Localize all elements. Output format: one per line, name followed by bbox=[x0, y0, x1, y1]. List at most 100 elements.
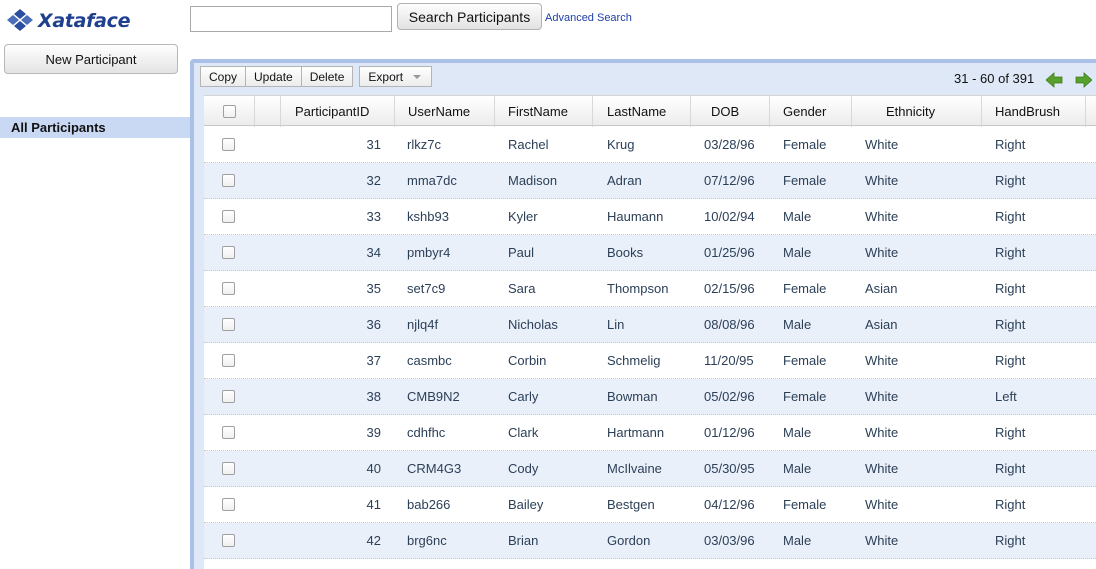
table-row[interactable]: 38 CMB9N2 Carly Bowman 05/02/96 Female White Le… bbox=[204, 379, 1096, 415]
search-button[interactable]: Search Participants bbox=[397, 3, 542, 30]
username-cell[interactable]: kshb93 bbox=[407, 209, 449, 224]
table-row[interactable]: 39 cdhfhc Clark Hartmann 01/12/96 Male White Ri… bbox=[204, 415, 1096, 451]
firstname-cell[interactable]: Corbin bbox=[508, 353, 546, 368]
column-header-dob[interactable]: DOB bbox=[691, 96, 770, 127]
firstname-cell[interactable]: Madison bbox=[508, 173, 557, 188]
participantid-cell[interactable]: 40 bbox=[321, 461, 381, 476]
dob-cell[interactable]: 03/28/96 bbox=[704, 137, 755, 152]
handbrush-cell[interactable]: Right bbox=[995, 209, 1025, 224]
select-all-checkbox[interactable] bbox=[223, 105, 236, 118]
lastname-cell[interactable]: Krug bbox=[607, 137, 634, 152]
username-cell[interactable]: CMB9N2 bbox=[407, 389, 460, 404]
lastname-cell[interactable]: Schmelig bbox=[607, 353, 660, 368]
lastname-cell[interactable]: McIlvaine bbox=[607, 461, 662, 476]
table-row[interactable]: 42 brg6nc Brian Gordon 03/03/96 Male White Righ… bbox=[204, 523, 1096, 559]
ethnicity-cell[interactable]: White bbox=[865, 425, 898, 440]
lastname-cell[interactable]: Hartmann bbox=[607, 425, 664, 440]
participantid-cell[interactable]: 32 bbox=[321, 173, 381, 188]
table-row[interactable]: 35 set7c9 Sara Thompson 02/15/96 Female Asian R… bbox=[204, 271, 1096, 307]
username-cell[interactable]: pmbyr4 bbox=[407, 245, 450, 260]
dob-cell[interactable]: 05/30/95 bbox=[704, 461, 755, 476]
participantid-cell[interactable]: 38 bbox=[321, 389, 381, 404]
search-input[interactable] bbox=[190, 6, 392, 32]
participantid-cell[interactable]: 39 bbox=[321, 425, 381, 440]
row-checkbox[interactable] bbox=[222, 174, 235, 187]
firstname-cell[interactable]: Brian bbox=[508, 533, 538, 548]
ethnicity-cell[interactable]: White bbox=[865, 533, 898, 548]
lastname-cell[interactable]: Thompson bbox=[607, 281, 668, 296]
gender-cell[interactable]: Male bbox=[783, 245, 811, 260]
sidebar-item-all-participants[interactable]: All Participants bbox=[0, 117, 190, 138]
table-row[interactable]: 36 njlq4f Nicholas Lin 08/08/96 Male Asian Righ… bbox=[204, 307, 1096, 343]
dob-cell[interactable]: 01/12/96 bbox=[704, 425, 755, 440]
gender-cell[interactable]: Female bbox=[783, 173, 826, 188]
ethnicity-cell[interactable]: White bbox=[865, 137, 898, 152]
lastname-cell[interactable]: Lin bbox=[607, 317, 624, 332]
column-header-handbrush[interactable]: HandBrush bbox=[982, 96, 1086, 127]
next-page-icon[interactable] bbox=[1075, 72, 1092, 88]
dob-cell[interactable]: 02/15/96 bbox=[704, 281, 755, 296]
username-cell[interactable]: set7c9 bbox=[407, 281, 445, 296]
handbrush-cell[interactable]: Right bbox=[995, 173, 1025, 188]
row-checkbox[interactable] bbox=[222, 282, 235, 295]
firstname-cell[interactable]: Cody bbox=[508, 461, 538, 476]
update-button[interactable]: Update bbox=[246, 66, 302, 87]
ethnicity-cell[interactable]: White bbox=[865, 389, 898, 404]
firstname-cell[interactable]: Kyler bbox=[508, 209, 538, 224]
row-checkbox[interactable] bbox=[222, 318, 235, 331]
handbrush-cell[interactable]: Right bbox=[995, 281, 1025, 296]
participantid-cell[interactable]: 37 bbox=[321, 353, 381, 368]
firstname-cell[interactable]: Rachel bbox=[508, 137, 548, 152]
firstname-cell[interactable]: Sara bbox=[508, 281, 535, 296]
handbrush-cell[interactable]: Right bbox=[995, 317, 1025, 332]
table-row[interactable]: 34 pmbyr4 Paul Books 01/25/96 Male White Right bbox=[204, 235, 1096, 271]
lastname-cell[interactable]: Bestgen bbox=[607, 497, 655, 512]
delete-button[interactable]: Delete bbox=[301, 66, 354, 87]
participantid-cell[interactable]: 36 bbox=[321, 317, 381, 332]
lastname-cell[interactable]: Haumann bbox=[607, 209, 663, 224]
ethnicity-cell[interactable]: White bbox=[865, 461, 898, 476]
column-header-firstname[interactable]: FirstName bbox=[495, 96, 593, 127]
copy-button[interactable]: Copy bbox=[200, 66, 247, 87]
gender-cell[interactable]: Male bbox=[783, 461, 811, 476]
gender-cell[interactable]: Female bbox=[783, 353, 826, 368]
lastname-cell[interactable]: Books bbox=[607, 245, 643, 260]
advanced-search-link[interactable]: Advanced Search bbox=[545, 12, 632, 24]
row-checkbox[interactable] bbox=[222, 498, 235, 511]
username-cell[interactable]: casmbc bbox=[407, 353, 452, 368]
column-header-ethnicity[interactable]: Ethnicity bbox=[852, 96, 982, 127]
handbrush-cell[interactable]: Right bbox=[995, 425, 1025, 440]
username-cell[interactable]: brg6nc bbox=[407, 533, 447, 548]
handbrush-cell[interactable]: Right bbox=[995, 245, 1025, 260]
gender-cell[interactable]: Male bbox=[783, 317, 811, 332]
lastname-cell[interactable]: Bowman bbox=[607, 389, 658, 404]
gender-cell[interactable]: Female bbox=[783, 389, 826, 404]
column-header-gender[interactable]: Gender bbox=[770, 96, 852, 127]
row-checkbox[interactable] bbox=[222, 390, 235, 403]
handbrush-cell[interactable]: Right bbox=[995, 533, 1025, 548]
ethnicity-cell[interactable]: Asian bbox=[865, 281, 898, 296]
dob-cell[interactable]: 11/20/95 bbox=[704, 353, 754, 368]
dob-cell[interactable]: 07/12/96 bbox=[704, 173, 755, 188]
row-checkbox[interactable] bbox=[222, 210, 235, 223]
row-checkbox[interactable] bbox=[222, 426, 235, 439]
lastname-cell[interactable]: Adran bbox=[607, 173, 642, 188]
row-checkbox[interactable] bbox=[222, 534, 235, 547]
dob-cell[interactable]: 08/08/96 bbox=[704, 317, 755, 332]
participantid-cell[interactable]: 31 bbox=[321, 137, 381, 152]
username-cell[interactable]: bab266 bbox=[407, 497, 450, 512]
column-header-lastname[interactable]: LastName bbox=[593, 96, 691, 127]
row-checkbox[interactable] bbox=[222, 462, 235, 475]
firstname-cell[interactable]: Clark bbox=[508, 425, 538, 440]
new-participant-button[interactable]: New Participant bbox=[4, 44, 178, 74]
logo[interactable]: Xataface bbox=[7, 6, 131, 36]
column-header-participantid[interactable]: ParticipantID bbox=[281, 96, 395, 127]
handbrush-cell[interactable]: Right bbox=[995, 461, 1025, 476]
handbrush-cell[interactable]: Right bbox=[995, 353, 1025, 368]
row-checkbox[interactable] bbox=[222, 138, 235, 151]
table-row[interactable]: 32 mma7dc Madison Adran 07/12/96 Female White R… bbox=[204, 163, 1096, 199]
gender-cell[interactable]: Male bbox=[783, 425, 811, 440]
firstname-cell[interactable]: Bailey bbox=[508, 497, 543, 512]
row-checkbox[interactable] bbox=[222, 246, 235, 259]
row-checkbox[interactable] bbox=[222, 354, 235, 367]
